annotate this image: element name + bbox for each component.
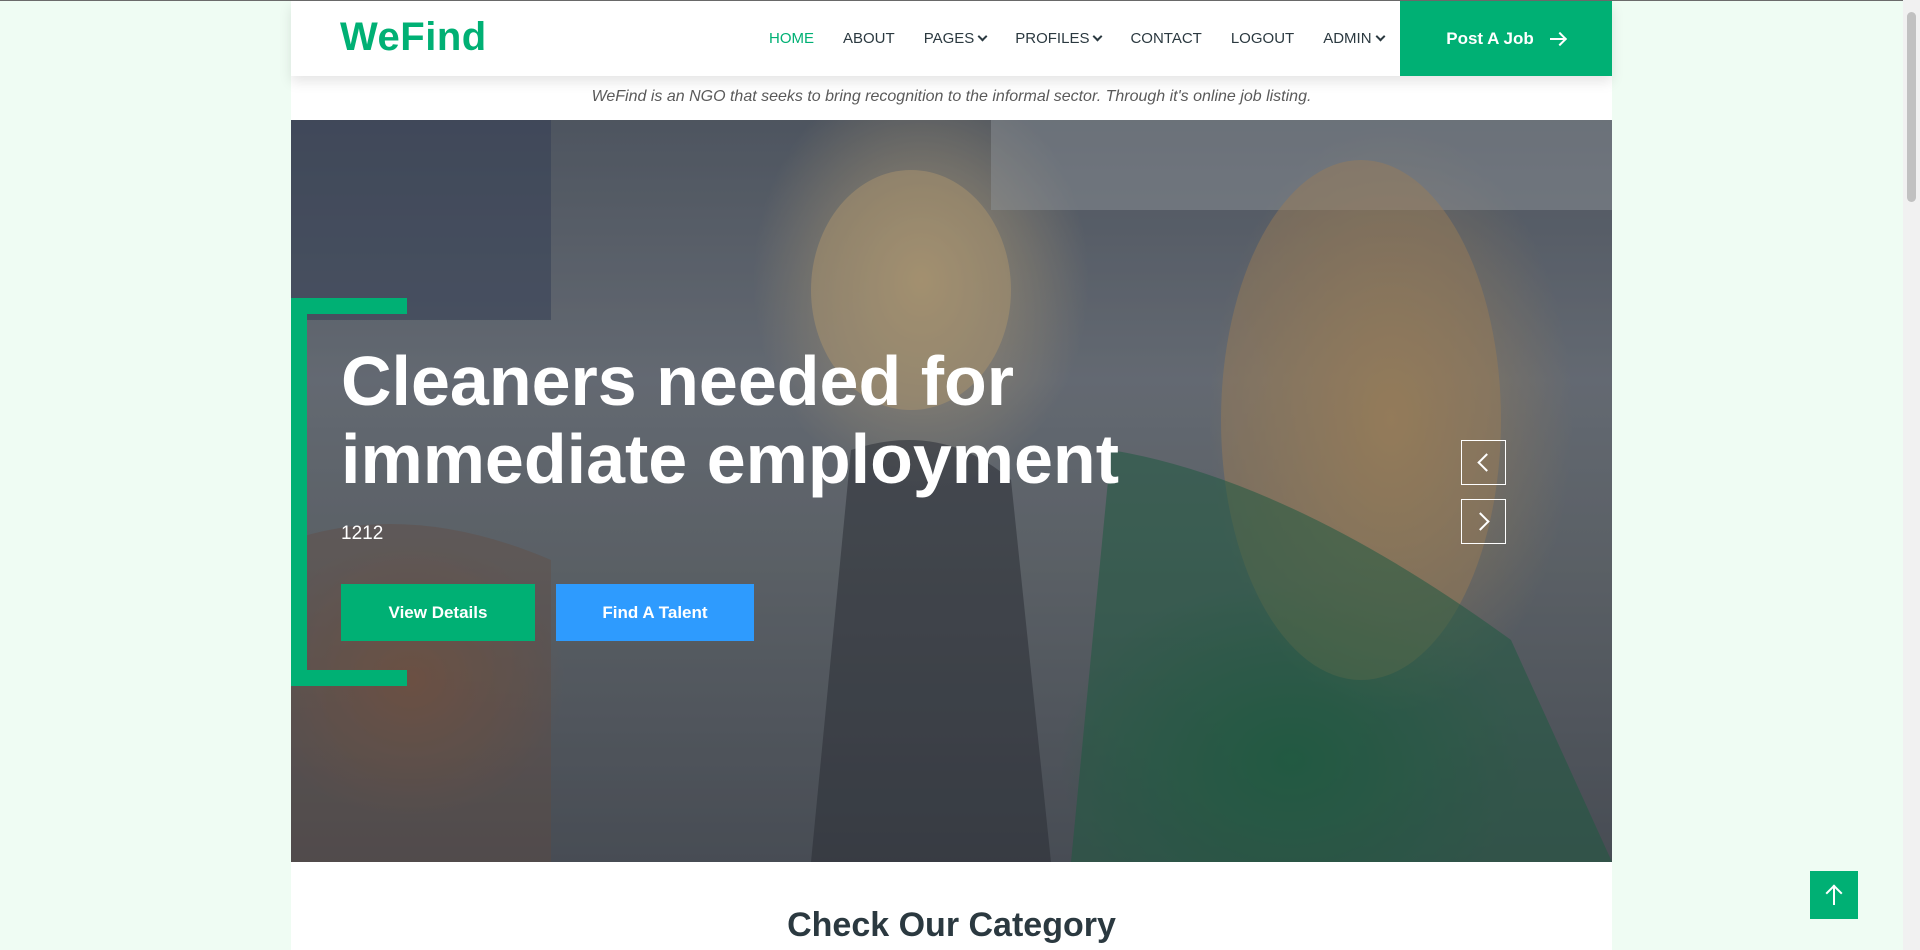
chevron-left-icon bbox=[1477, 453, 1496, 472]
site-logo[interactable]: WeFind bbox=[340, 15, 487, 60]
view-details-button[interactable]: View Details bbox=[341, 584, 535, 641]
nav-label: PAGES bbox=[923, 30, 975, 47]
tagline: WeFind is an NGO that seeks to bring rec… bbox=[591, 88, 1312, 105]
main-nav: HOME ABOUT PAGES PROFILES CONTACT LOGOUT… bbox=[769, 1, 1413, 76]
nav-item-profiles[interactable]: PROFILES bbox=[1015, 30, 1103, 47]
chevron-down-icon bbox=[1093, 31, 1103, 42]
nav-item-home[interactable]: HOME bbox=[769, 30, 814, 47]
arrow-up-icon-head bbox=[1825, 884, 1843, 902]
nav-item-contact[interactable]: CONTACT bbox=[1130, 30, 1201, 47]
site-header: WeFind HOME ABOUT PAGES PROFILES CONTACT… bbox=[291, 1, 1612, 76]
page-scrollbar[interactable] bbox=[1903, 0, 1920, 950]
nav-label: ABOUT bbox=[843, 30, 895, 47]
hero-title: Cleaners needed for immediate employment bbox=[341, 342, 1119, 498]
back-to-top-button[interactable] bbox=[1810, 871, 1858, 919]
nav-label: PROFILES bbox=[1015, 30, 1090, 47]
hero-slider: Cleaners needed for immediate employment… bbox=[291, 120, 1612, 862]
slider-next-button[interactable] bbox=[1461, 499, 1506, 544]
find-talent-button[interactable]: Find A Talent bbox=[556, 584, 754, 641]
slider-prev-button[interactable] bbox=[1461, 440, 1506, 485]
chevron-down-icon bbox=[977, 31, 988, 42]
nav-item-about[interactable]: ABOUT bbox=[843, 30, 895, 47]
hero-subtitle: 1212 bbox=[341, 523, 384, 544]
nav-label: CONTACT bbox=[1130, 30, 1202, 47]
nav-item-admin[interactable]: ADMIN bbox=[1323, 30, 1385, 47]
nav-label: LOGOUT bbox=[1230, 30, 1295, 47]
nav-item-logout[interactable]: LOGOUT bbox=[1231, 30, 1294, 47]
nav-label: ADMIN bbox=[1323, 30, 1372, 47]
nav-item-pages[interactable]: PAGES bbox=[923, 30, 988, 47]
chevron-right-icon bbox=[1471, 512, 1490, 531]
post-job-label: Post A Job bbox=[1446, 28, 1534, 48]
post-job-button[interactable]: Post A Job bbox=[1400, 1, 1612, 76]
arrow-right-icon bbox=[1549, 32, 1566, 46]
chevron-down-icon bbox=[1375, 31, 1385, 42]
page-container: WeFind HOME ABOUT PAGES PROFILES CONTACT… bbox=[291, 1, 1612, 950]
category-section-title: Check Our Category bbox=[787, 906, 1116, 944]
nav-label: HOME bbox=[769, 30, 814, 47]
scrollbar-thumb[interactable] bbox=[1907, 12, 1916, 202]
